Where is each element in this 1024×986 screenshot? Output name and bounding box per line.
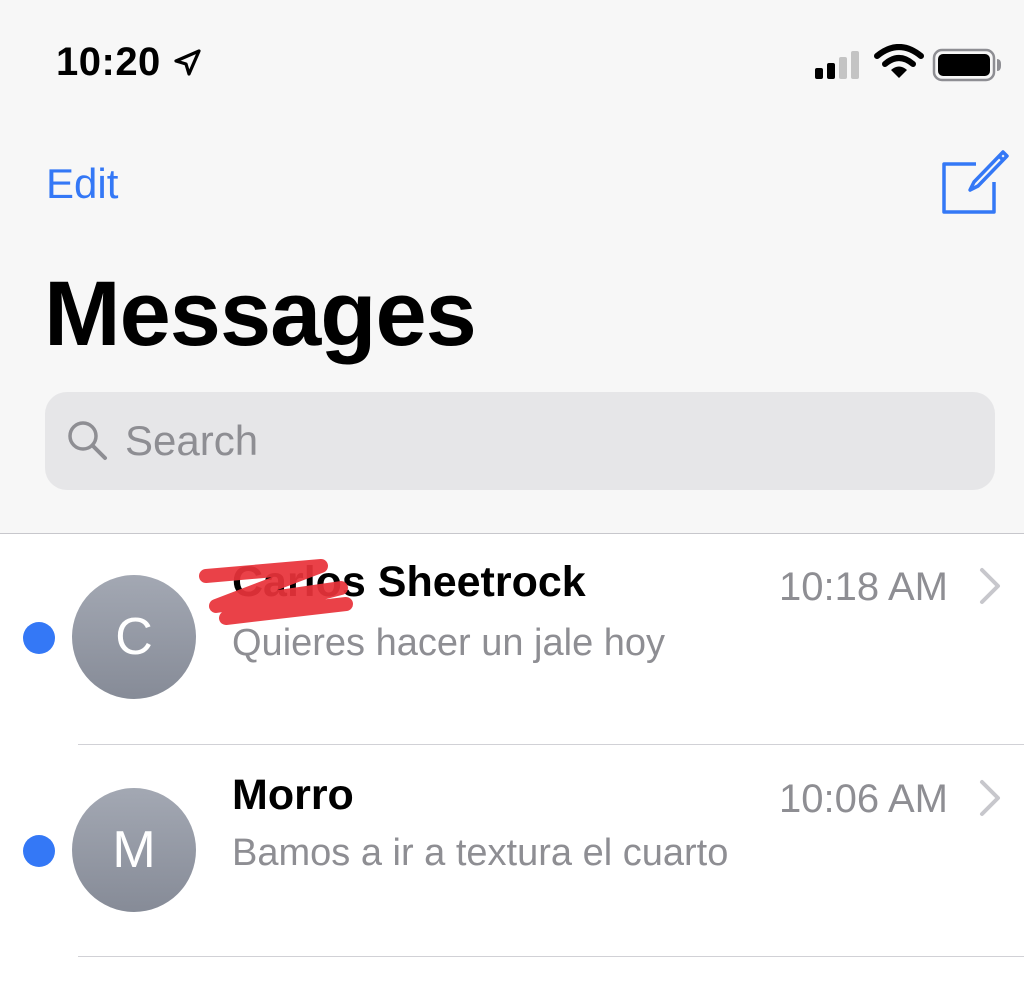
compose-icon[interactable] <box>940 148 1010 218</box>
location-arrow-icon <box>174 49 201 76</box>
search-icon <box>68 421 107 460</box>
avatar: C <box>72 575 196 699</box>
contact-name: Morro <box>232 771 354 819</box>
header-area: 10:20 Edit Messages <box>0 0 1024 533</box>
unread-indicator <box>23 835 55 867</box>
divider <box>78 744 1024 745</box>
divider <box>78 956 1024 957</box>
message-time: 10:18 AM <box>778 565 948 609</box>
avatar: M <box>72 788 196 912</box>
battery-icon <box>932 48 1001 82</box>
message-preview: Quieres hacer un jale hoy <box>232 622 666 664</box>
page-title: Messages <box>44 263 477 365</box>
unread-indicator <box>23 622 55 654</box>
message-time: 10:06 AM <box>778 777 948 821</box>
edit-button[interactable]: Edit <box>46 160 118 208</box>
search-input[interactable] <box>125 412 965 470</box>
chevron-right-icon <box>980 568 1000 604</box>
chevron-right-icon <box>980 780 1000 816</box>
cellular-signal-icon <box>815 51 859 79</box>
conversation-row[interactable]: C Carlos Sheetrock 10:18 AM Quieres hace… <box>0 534 1024 745</box>
wifi-icon <box>874 44 924 78</box>
conversation-row[interactable]: M Morro 10:06 AM Bamos a ir a textura el… <box>0 746 1024 957</box>
message-preview: Bamos a ir a textura el cuarto <box>232 832 729 874</box>
search-bar[interactable] <box>45 392 995 490</box>
status-time: 10:20 <box>56 40 161 84</box>
